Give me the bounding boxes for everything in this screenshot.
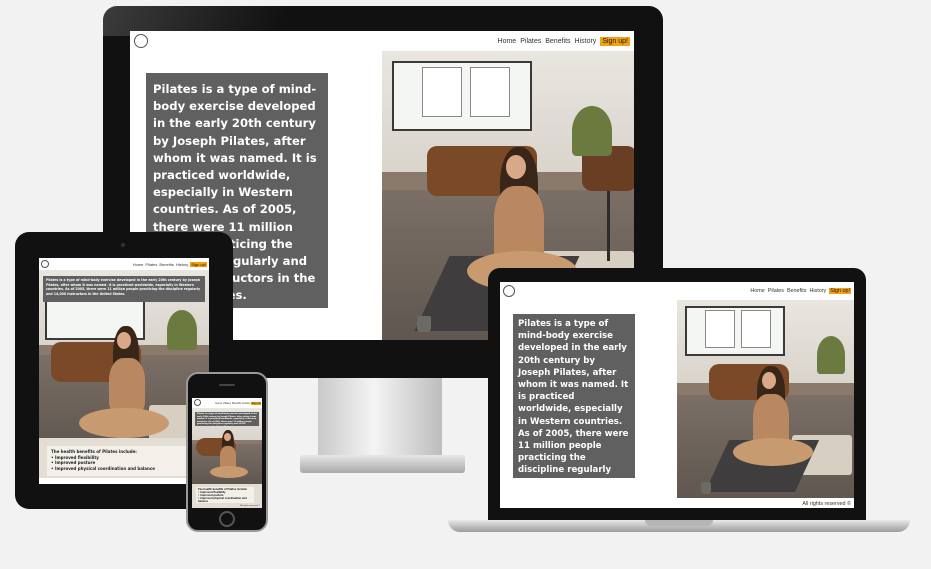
nav-signup-button[interactable]: Sign up! xyxy=(600,36,630,46)
benefits-card: The health benefits of Pilates include: … xyxy=(196,487,254,503)
monitor-stand-neck xyxy=(318,372,442,462)
tablet-camera xyxy=(121,243,125,247)
intro-line: whom it was named. It is xyxy=(153,150,317,165)
nav-pilates-link[interactable]: Pilates xyxy=(145,262,157,267)
phone-intro-box: Pilates is a type of mind-body exercise … xyxy=(195,412,259,426)
nav-pilates-link[interactable]: Pilates xyxy=(768,288,784,294)
monitor-nav: Home Pilates Benefits History Sign up! xyxy=(498,34,630,48)
nav-home-link[interactable]: Home xyxy=(498,38,517,45)
benefit-item: • Improved physical coordination and bal… xyxy=(51,465,155,471)
phone-benefits-section: The health benefits of Pilates include: … xyxy=(192,484,262,508)
laptop-notch xyxy=(645,520,713,526)
intro-line: by Joseph Pilates, after xyxy=(153,133,306,148)
tablet-nav: Home Pilates Benefits History Sign up! xyxy=(133,260,207,268)
phone-header: Home Pilates Benefits History Sign up! xyxy=(192,398,262,408)
laptop-intro-box: Pilates is a type of mind-body exercise … xyxy=(513,314,635,500)
phone-home-button xyxy=(219,511,235,527)
nav-history-link[interactable]: History xyxy=(242,402,250,405)
phone-screen: Home Pilates Benefits History Sign up! P… xyxy=(192,398,262,508)
tablet-benefits-section: The health benefits of Pilates include: … xyxy=(39,438,209,478)
phone-speaker xyxy=(219,384,235,386)
phone-logo[interactable] xyxy=(194,399,201,406)
tablet-intro-box: Pilates is a type of mind-body exercise … xyxy=(43,276,205,302)
nav-home-link[interactable]: Home xyxy=(215,402,222,405)
nav-history-link[interactable]: History xyxy=(176,262,188,267)
monitor-stand-base xyxy=(300,455,465,473)
tablet-header: Home Pilates Benefits History Sign up! xyxy=(39,258,209,270)
laptop-screen: Home Pilates Benefits History Sign up! P… xyxy=(500,282,854,508)
laptop-hero-photo xyxy=(677,300,854,498)
nav-home-link[interactable]: Home xyxy=(750,288,764,294)
intro-line: body exercise developed xyxy=(153,99,316,114)
tablet-screen: Home Pilates Benefits History Sign up! P… xyxy=(39,258,209,484)
intro-line: countries. As of 2005, xyxy=(153,202,297,217)
phone-nav: Home Pilates Benefits History Sign up! xyxy=(215,400,261,406)
nav-signup-button[interactable]: Sign up! xyxy=(190,261,207,267)
nav-benefits-link[interactable]: Benefits xyxy=(159,262,173,267)
intro-line: in the early 20th century xyxy=(153,116,316,131)
intro-text: Pilates is a type of mind-body exercise … xyxy=(197,413,257,426)
nav-signup-button[interactable]: Sign up! xyxy=(251,401,261,405)
nav-history-link[interactable]: History xyxy=(809,288,826,294)
laptop-logo[interactable] xyxy=(503,285,515,297)
nav-benefits-link[interactable]: Benefits xyxy=(232,402,241,405)
benefit-item: • Improved physical coordination and bal… xyxy=(198,497,247,504)
intro-line: especially in Western xyxy=(153,185,293,200)
laptop-nav: Home Pilates Benefits History Sign up! xyxy=(750,286,851,296)
laptop-footer: All rights reserved © xyxy=(802,501,851,507)
nav-pilates-link[interactable]: Pilates xyxy=(223,402,231,405)
monitor-header: Home Pilates Benefits History Sign up! xyxy=(130,31,634,51)
tablet-logo[interactable] xyxy=(41,260,49,268)
nav-pilates-link[interactable]: Pilates xyxy=(520,38,541,45)
phone-footer: All rights reserved © xyxy=(240,505,260,507)
nav-signup-button[interactable]: Sign up! xyxy=(829,288,851,294)
intro-text: Pilates is a type of mind-body exercise … xyxy=(46,278,201,296)
intro-line: practiced worldwide, xyxy=(153,168,291,183)
nav-benefits-link[interactable]: Benefits xyxy=(545,38,570,45)
nav-benefits-link[interactable]: Benefits xyxy=(787,288,806,294)
nav-history-link[interactable]: History xyxy=(575,38,597,45)
monitor-logo[interactable] xyxy=(134,34,148,48)
nav-home-link[interactable]: Home xyxy=(133,262,144,267)
laptop-header: Home Pilates Benefits History Sign up! xyxy=(500,282,854,300)
intro-line: Pilates is a type of mind- xyxy=(153,82,317,96)
benefits-card: The health benefits of Pilates include: … xyxy=(47,446,187,476)
intro-text: Pilates is a type of mind-body exercise … xyxy=(518,319,629,500)
